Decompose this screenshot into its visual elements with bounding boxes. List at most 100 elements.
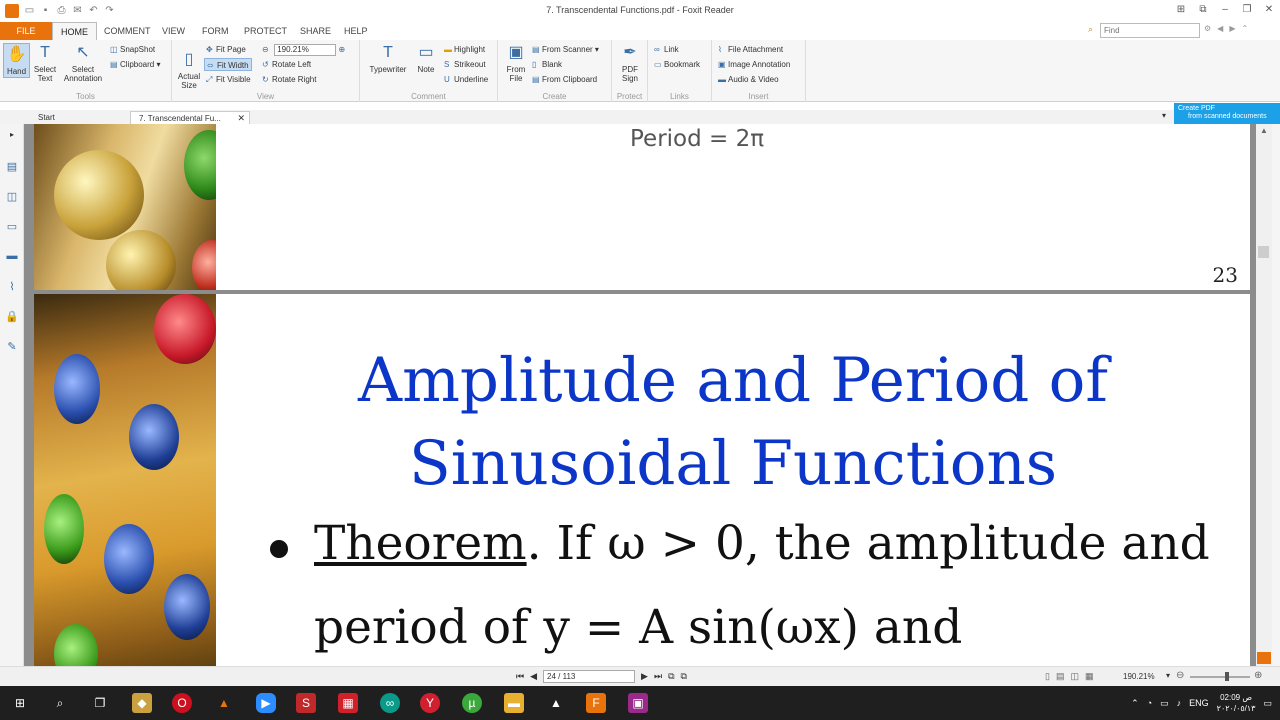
pages-thumbnail-icon[interactable]: ▤	[4, 160, 20, 176]
attachments-icon[interactable]: ⌇	[4, 280, 20, 296]
zoom-slider-knob[interactable]	[1225, 672, 1229, 681]
restore-small-icon[interactable]: ⧉	[1192, 0, 1214, 20]
find-input[interactable]	[1100, 23, 1200, 38]
clock[interactable]: 02:09 ص ٢٠٢٠/٠٥/١٣	[1217, 692, 1256, 714]
search-icon[interactable]: ⌕	[50, 693, 70, 713]
image-annotation-button[interactable]: ▣ Image Annotation	[718, 58, 790, 71]
foxit-reader-taskbar-icon[interactable]: F	[586, 693, 606, 713]
tab-share[interactable]: SHARE	[292, 22, 339, 40]
hand-tool-button[interactable]: ✋ Hand	[3, 43, 30, 78]
volume-icon[interactable]: ♪	[1177, 698, 1182, 708]
link-button[interactable]: ∞ Link	[654, 43, 679, 56]
audio-video-button[interactable]: ▬ Audio & Video	[718, 73, 779, 86]
maximize-button[interactable]: ❐	[1236, 0, 1258, 20]
next-view-icon[interactable]: ⧉	[681, 671, 687, 682]
scroll-up-icon[interactable]: ▲	[1260, 126, 1268, 135]
network-icon[interactable]: ◔	[1147, 698, 1152, 708]
security-lock-icon[interactable]: 🔒	[4, 310, 20, 326]
arduino-icon[interactable]: ∞	[380, 693, 400, 713]
last-page-icon[interactable]: ⏭	[654, 671, 662, 682]
app-icon-3[interactable]: Y	[420, 693, 440, 713]
file-explorer-icon[interactable]: ▬	[504, 693, 524, 713]
app-icon-1[interactable]: ◆	[132, 693, 152, 713]
fit-width-button[interactable]: ⬄ Fit Width	[204, 58, 252, 71]
vertical-scrollbar[interactable]: ▲	[1256, 124, 1272, 666]
single-page-icon[interactable]: ▯	[1045, 671, 1050, 682]
page-number-input[interactable]: 24 / 113	[543, 670, 636, 683]
tab-form[interactable]: FORM	[194, 22, 237, 40]
swift-writer-icon[interactable]: S	[296, 693, 316, 713]
settings-icon[interactable]: ⚙	[1204, 24, 1211, 33]
underline-button[interactable]: U Underline	[444, 73, 488, 86]
comments-panel-icon[interactable]: ▬	[4, 250, 20, 266]
zoom-out-icon[interactable]: ⊖	[262, 43, 272, 56]
tab-start[interactable]: Start	[30, 111, 128, 124]
notifications-icon[interactable]: ▭	[1263, 698, 1272, 709]
from-clipboard-button[interactable]: ▤ From Clipboard	[532, 73, 597, 86]
document-viewport[interactable]: Period = 2π 23 Amplitude and Period of S…	[24, 124, 1256, 666]
select-annotation-button[interactable]: ↖ Select Annotation	[60, 43, 106, 83]
typewriter-button[interactable]: T Typewriter	[366, 43, 410, 74]
utorrent-icon[interactable]: µ	[462, 693, 482, 713]
zoom-level[interactable]: 190.21%	[1123, 672, 1155, 681]
file-attachment-button[interactable]: ⌇ File Attachment	[718, 43, 783, 56]
close-button[interactable]: ✕	[1258, 0, 1280, 20]
zoom-slider[interactable]	[1190, 676, 1250, 678]
app-icon-2[interactable]: ▦	[338, 693, 358, 713]
ribbon-collapse-icon[interactable]: ⌃	[1241, 24, 1248, 33]
tray-expand-icon[interactable]: ⌃	[1131, 698, 1139, 709]
zoom-in-icon[interactable]: ⊕	[1254, 670, 1262, 681]
zoom-app-icon[interactable]: ▶	[256, 693, 276, 713]
next-result-icon[interactable]: ▶	[1229, 24, 1235, 33]
tab-home[interactable]: HOME	[52, 22, 97, 40]
fit-visible-button[interactable]: ⤢ Fit Visible	[206, 73, 251, 86]
scroll-thumb[interactable]	[1258, 246, 1269, 258]
zoom-dropdown-icon[interactable]: ▾	[1166, 671, 1170, 680]
previous-view-icon[interactable]: ⧉	[668, 671, 674, 682]
bookmark-button[interactable]: ▭ Bookmark	[654, 58, 700, 71]
tab-help[interactable]: HELP	[336, 22, 376, 40]
first-page-icon[interactable]: ⏮	[516, 671, 524, 682]
tab-comment[interactable]: COMMENT	[96, 22, 159, 40]
blank-button[interactable]: ▯ Blank	[532, 58, 562, 71]
prev-result-icon[interactable]: ◀	[1217, 24, 1223, 33]
language-indicator[interactable]: ENG	[1189, 698, 1209, 708]
rotate-left-button[interactable]: ↺ Rotate Left	[262, 58, 311, 71]
snapshot-button[interactable]: ◫ SnapShot	[110, 43, 155, 56]
tab-current-document[interactable]: 7. Transcendental Fu... ✕	[130, 111, 250, 124]
zoom-select[interactable]: 190.21%	[274, 43, 337, 56]
tab-list-dropdown-icon[interactable]: ▾	[1162, 111, 1166, 120]
layers-icon[interactable]: ◫	[4, 190, 20, 206]
rotate-right-button[interactable]: ↻ Rotate Right	[262, 73, 316, 86]
from-scanner-button[interactable]: ▤ From Scanner ▾	[532, 43, 599, 56]
select-text-button[interactable]: T Select Text	[32, 43, 58, 83]
task-view-icon[interactable]: ❐	[90, 693, 110, 713]
tab-protect[interactable]: PROTECT	[236, 22, 295, 40]
fit-page-button[interactable]: ✥ Fit Page	[206, 43, 246, 56]
strikeout-button[interactable]: S Strikeout	[444, 58, 486, 71]
opera-icon[interactable]: O	[172, 693, 192, 713]
expand-pane-icon[interactable]: ▸	[4, 130, 20, 146]
actual-size-button[interactable]: ▯ Actual Size	[175, 50, 203, 90]
prev-page-icon[interactable]: ◀	[530, 671, 537, 682]
minimize-button[interactable]: –	[1214, 0, 1236, 20]
facing-icon[interactable]: ◫	[1070, 671, 1079, 682]
tab-view[interactable]: VIEW	[154, 22, 193, 40]
highlight-button[interactable]: ▬ Highlight	[444, 43, 485, 56]
windows-start-icon[interactable]: ⊞	[10, 693, 30, 713]
create-pdf-ad-banner[interactable]: Create PDF from scanned documents	[1174, 103, 1280, 124]
next-page-icon[interactable]: ▶	[641, 671, 648, 682]
matlab-icon[interactable]: ▲	[214, 693, 234, 713]
pdf-sign-button[interactable]: ✒ PDF Sign	[617, 43, 643, 83]
signature-panel-icon[interactable]: ✎	[4, 340, 20, 356]
tab-file[interactable]: FILE	[0, 22, 52, 40]
continuous-facing-icon[interactable]: ▦	[1085, 671, 1094, 682]
continuous-icon[interactable]: ▤	[1056, 671, 1065, 682]
bookmarks-panel-icon[interactable]: ▭	[4, 220, 20, 236]
scroll-down-button[interactable]	[1257, 652, 1271, 664]
layout-icon[interactable]: ⊞	[1170, 0, 1192, 20]
find-options-icon[interactable]: ⌕	[1088, 24, 1093, 35]
zoom-in-icon[interactable]: ⊕	[338, 43, 348, 56]
battery-icon[interactable]: ▭	[1160, 698, 1169, 709]
photos-icon[interactable]: ▲	[546, 693, 566, 713]
